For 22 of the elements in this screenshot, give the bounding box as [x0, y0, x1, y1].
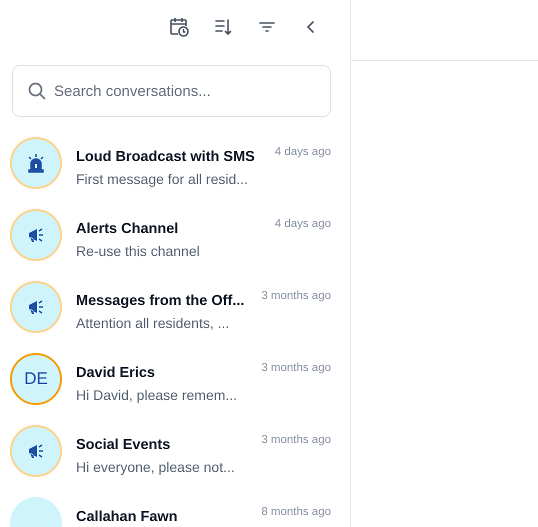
- message-preview: Hi David, please remem...: [76, 387, 238, 403]
- conversation-title[interactable]: Social Events: [76, 433, 256, 453]
- timestamp: 3 months ago: [261, 289, 331, 302]
- message-preview: Attention all residents, ...: [76, 315, 230, 331]
- conversation-title[interactable]: Messages from the Off...: [76, 289, 256, 309]
- siren-icon: [26, 153, 46, 173]
- timestamp: 4 days ago: [274, 217, 331, 230]
- message-preview: First message for all resid...: [76, 171, 249, 187]
- search-icon: [27, 81, 47, 101]
- message-preview: Re-use this channel: [76, 243, 201, 259]
- message-preview: Hi everyone, please not...: [76, 459, 236, 475]
- timestamp: 8 months ago: [261, 505, 331, 518]
- timestamp: 4 days ago: [274, 145, 331, 158]
- search-field[interactable]: Search conversations...: [12, 65, 331, 117]
- calendar-clock-icon[interactable]: [168, 16, 190, 38]
- conversation-title[interactable]: Callahan Fawn: [76, 505, 256, 525]
- avatar-initials: DE: [24, 369, 48, 389]
- timestamp: 3 months ago: [261, 433, 331, 446]
- conversation-title[interactable]: Alerts Channel: [76, 217, 269, 237]
- timestamp: 3 months ago: [261, 361, 331, 374]
- conversation-title[interactable]: David Erics: [76, 361, 256, 381]
- conversation-title[interactable]: Loud Broadcast with SMS: [76, 145, 269, 165]
